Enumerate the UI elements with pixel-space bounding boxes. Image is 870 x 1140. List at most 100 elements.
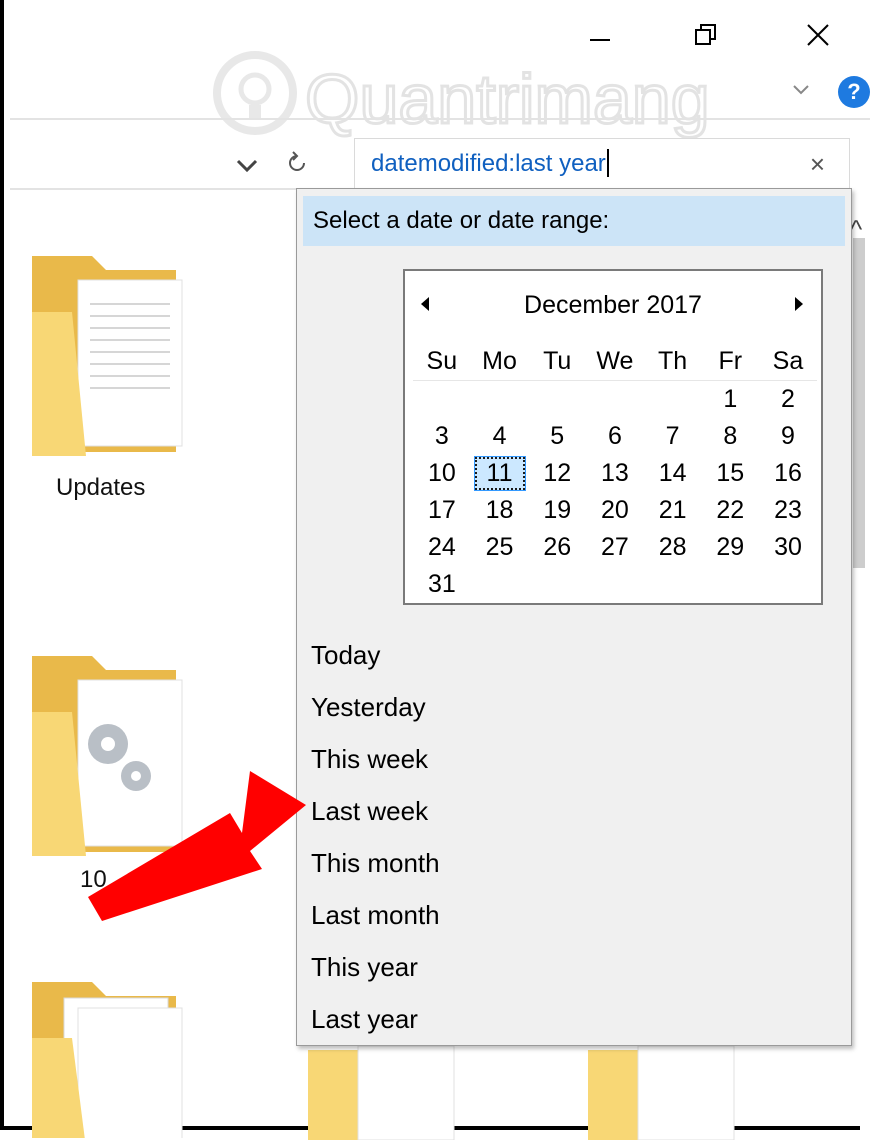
calendar-day[interactable]: 20 (586, 496, 644, 525)
weekday-label: Mo (482, 347, 517, 375)
close-button[interactable] (796, 18, 840, 52)
calendar-day[interactable]: 19 (528, 496, 586, 525)
option-last-week[interactable]: Last week (311, 785, 831, 837)
calendar-day[interactable]: 3 (413, 422, 471, 451)
calendar-day-number: 18 (485, 496, 514, 524)
calendar-day[interactable]: 29 (701, 533, 759, 562)
search-box[interactable]: datemodified:last year × (354, 138, 850, 188)
calendar-day[interactable]: 4 (471, 422, 529, 451)
weekday-header-row: Su Mo Tu We Th Fr Sa (413, 343, 817, 381)
scrollbar-thumb[interactable] (853, 238, 865, 568)
folder-icon[interactable] (30, 252, 190, 462)
calendar-day[interactable]: 26 (528, 533, 586, 562)
calendar-day-number: 15 (716, 459, 745, 487)
option-last-month[interactable]: Last month (311, 889, 831, 941)
calendar-day[interactable]: 7 (644, 422, 702, 451)
folder-icon[interactable] (308, 1040, 458, 1140)
calendar-day[interactable]: 28 (644, 533, 702, 562)
option-this-month[interactable]: This month (311, 837, 831, 889)
clear-search-button[interactable]: × (810, 149, 825, 180)
calendar-day-number: 22 (716, 496, 745, 524)
date-filter-dropdown: Select a date or date range: December 20… (296, 188, 852, 1046)
calendar-week-row: 10 11 12 13 14 15 16 (413, 455, 817, 492)
calendar-day[interactable]: 30 (759, 533, 817, 562)
calendar-day-selected[interactable]: 11 (471, 456, 529, 491)
calendar-day-number: 12 (543, 459, 572, 487)
calendar-week-row: 12 (413, 381, 817, 418)
calendar-day-number: 27 (601, 533, 629, 561)
calendar-day[interactable]: 31 (413, 570, 471, 599)
calendar-day[interactable]: 16 (759, 459, 817, 488)
folder-icon[interactable] (588, 1040, 738, 1140)
option-yesterday[interactable]: Yesterday (311, 681, 831, 733)
calendar-day[interactable]: 27 (586, 533, 644, 562)
calendar-day[interactable]: 10 (413, 459, 471, 488)
calendar-day-number: 11 (473, 456, 526, 491)
calendar-day-number: 9 (781, 422, 795, 450)
help-icon: ? (847, 79, 861, 104)
calendar-day[interactable]: 9 (759, 422, 817, 451)
calendar: December 2017 Su Mo Tu We Th Fr Sa 12345… (403, 269, 823, 605)
calendar-day[interactable]: 23 (759, 496, 817, 525)
calendar-day[interactable]: 8 (701, 422, 759, 451)
calendar-day-number: 19 (543, 496, 572, 524)
calendar-day[interactable]: 6 (586, 422, 644, 451)
calendar-day[interactable]: 17 (413, 496, 471, 525)
calendar-day[interactable]: 22 (701, 496, 759, 525)
calendar-day[interactable]: 14 (644, 459, 702, 488)
next-month-icon[interactable] (789, 291, 809, 317)
calendar-day-number: 2 (781, 385, 795, 413)
calendar-day-number: 28 (658, 533, 687, 561)
calendar-day[interactable]: 21 (644, 496, 702, 525)
calendar-week-row: 3 4 5 6 7 8 9 (413, 418, 817, 455)
calendar-day-number: 21 (658, 496, 687, 524)
address-history-chevron-icon[interactable] (232, 150, 262, 180)
minimize-icon (590, 39, 610, 41)
calendar-weeks: 1 2 3 4 5 6 7 8 9 10 11 12 13 14 15 16 17 18 19 20 21 22 23 24 2… (413, 381, 817, 603)
weekday-label: Th (658, 347, 688, 375)
restore-button[interactable] (684, 18, 728, 52)
option-this-week[interactable]: This week (311, 733, 831, 785)
folder-label-updates[interactable]: Updates (56, 474, 145, 502)
weekday-label: We (596, 347, 634, 375)
search-input[interactable]: datemodified:last year (371, 149, 609, 178)
weekday-label: Su (426, 347, 458, 375)
calendar-day[interactable]: 15 (701, 459, 759, 488)
weekday-label: Sa (772, 347, 804, 375)
calendar-day-number: 30 (774, 533, 802, 561)
calendar-day[interactable]: 12 (528, 459, 586, 488)
red-arrow-annotation (88, 771, 306, 921)
weekday-label: Tu (543, 347, 572, 375)
calendar-day-number: 1 (723, 385, 738, 413)
close-icon (807, 24, 829, 46)
calendar-day-number: 23 (774, 496, 802, 524)
calendar-week-row: 24 25 26 27 28 29 30 (413, 529, 817, 566)
calendar-month-title[interactable]: December 2017 (405, 291, 821, 320)
calendar-day[interactable]: 24 (413, 533, 471, 562)
refresh-icon[interactable] (282, 148, 312, 178)
watermark-text: Quantrimang (305, 60, 710, 138)
calendar-day[interactable]: 25 (471, 533, 529, 562)
minimize-button[interactable] (578, 18, 622, 52)
calendar-day-number: 6 (607, 422, 622, 450)
calendar-week-row: 17 18 19 20 21 22 23 (413, 492, 817, 529)
chevron-down-icon[interactable] (790, 78, 812, 100)
calendar-day[interactable]: 5 (528, 422, 586, 451)
restore-icon (695, 24, 716, 45)
calendar-day-number: 13 (601, 459, 629, 487)
help-button[interactable]: ? (838, 76, 870, 108)
option-today[interactable]: Today (311, 629, 831, 681)
option-last-year[interactable]: Last year (311, 993, 831, 1045)
option-this-year[interactable]: This year (311, 941, 831, 993)
calendar-day[interactable]: 18 (471, 496, 529, 525)
calendar-day-number: 20 (601, 496, 629, 524)
calendar-day[interactable]: 13 (586, 459, 644, 488)
folder-icon[interactable] (30, 978, 190, 1138)
text-caret (606, 149, 609, 177)
calendar-day[interactable]: 2 (759, 385, 817, 414)
calendar-day-number: 14 (658, 459, 687, 487)
calendar-day-number: 31 (427, 570, 456, 598)
calendar-grid: Su Mo Tu We Th Fr Sa 1 2 3 4 5 6 7 8 9 10 11 12 13 14… (413, 343, 817, 603)
calendar-day[interactable]: 1 (701, 385, 759, 414)
calendar-week-row: 31 (413, 566, 817, 603)
